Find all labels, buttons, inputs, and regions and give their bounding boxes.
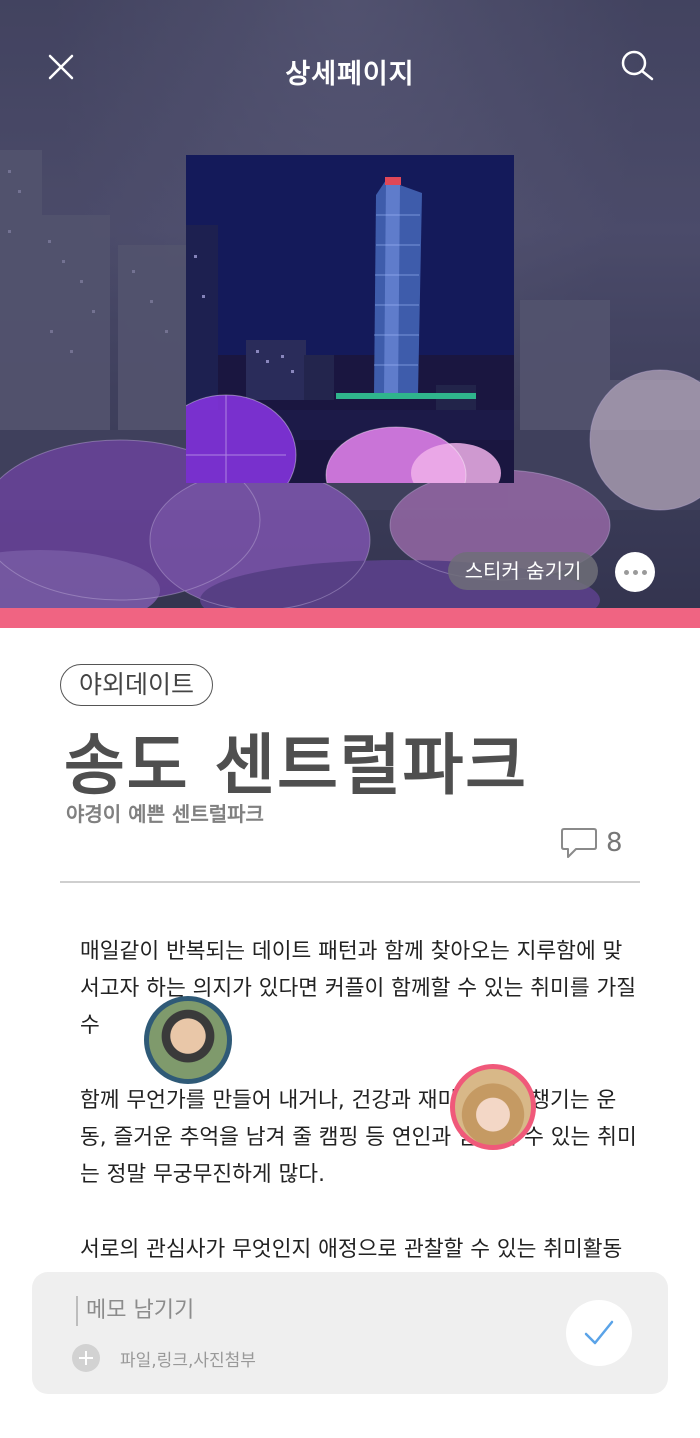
- sticker-hide-button[interactable]: 스티커 숨기기: [448, 552, 598, 590]
- plus-icon: [72, 1344, 100, 1372]
- attach-button[interactable]: 파일,링크,사진첨부: [72, 1344, 256, 1372]
- place-subtitle: 야경이 예쁜 센트럴파크: [66, 802, 264, 826]
- text-cursor: [76, 1296, 78, 1326]
- header-divider: [60, 881, 640, 883]
- category-tag[interactable]: 야외데이트: [60, 664, 214, 706]
- comments-button[interactable]: 8: [560, 826, 623, 860]
- tower-night-image: [186, 155, 514, 483]
- memo-submit-button[interactable]: [566, 1300, 632, 1366]
- search-icon: [621, 50, 654, 81]
- body-paragraph-3: 서로의 관심사가 무엇인지 애정으로 관찰할 수 있는 취미활동: [80, 1237, 623, 1262]
- body-paragraph-2: 함께 무언가를 만들어 내거나, 건강과 재미를 함께 챙기는 운동, 즐거운 …: [80, 1088, 637, 1187]
- place-photo: [186, 155, 514, 483]
- comment-bubble-icon: [561, 828, 597, 858]
- page-title: 상세페이지: [285, 59, 415, 90]
- attach-label: 파일,링크,사진첨부: [120, 1350, 256, 1371]
- memo-box: 파일,링크,사진첨부: [32, 1272, 668, 1394]
- check-icon: [584, 1320, 614, 1345]
- more-dots-icon: [632, 569, 638, 575]
- memo-input[interactable]: [86, 1292, 526, 1328]
- place-title: 송도 센트럴파크: [64, 727, 529, 804]
- accent-divider-bar: [0, 608, 700, 628]
- more-dots-icon: [641, 569, 647, 575]
- more-options-button[interactable]: [615, 552, 655, 592]
- avatar-user-2[interactable]: [450, 1064, 536, 1150]
- avatar-user-1[interactable]: [144, 996, 232, 1084]
- search-button[interactable]: [614, 46, 660, 86]
- comment-count: 8: [606, 828, 623, 858]
- more-dots-icon: [623, 569, 629, 575]
